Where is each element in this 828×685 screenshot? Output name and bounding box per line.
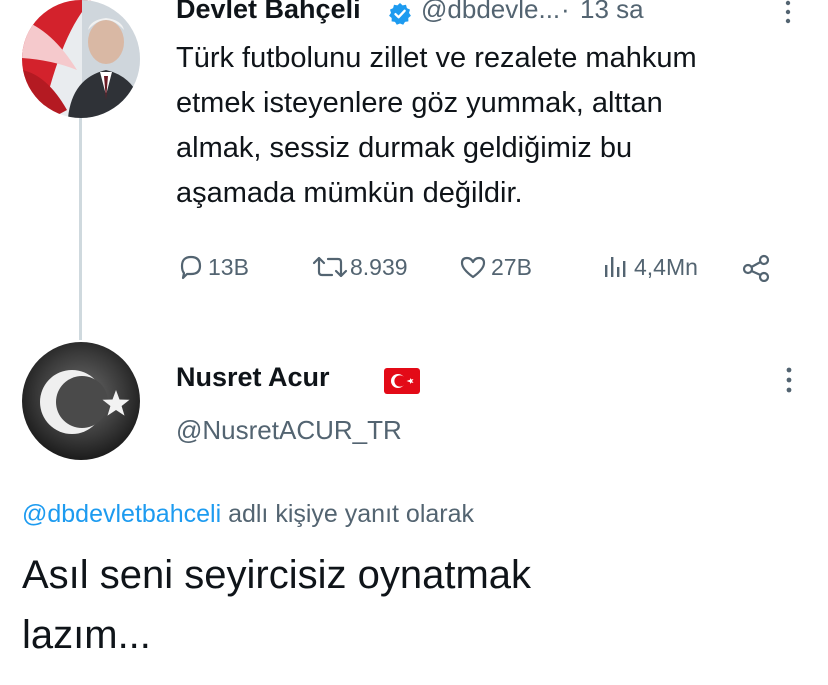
retweet-count: 8.939 xyxy=(350,253,408,280)
verified-badge-icon xyxy=(388,2,412,26)
author-name[interactable]: Devlet Bahçeli xyxy=(176,0,361,25)
timestamp[interactable]: 13 sa xyxy=(580,0,644,25)
tweet-text-line: aşamada mümkün değildir. xyxy=(176,177,523,209)
tweet-text-line: Türk futbolunu zillet ve rezalete mahkum xyxy=(176,42,697,74)
reply-icon xyxy=(176,252,206,282)
author-name[interactable]: Nusret Acur xyxy=(176,362,330,393)
retweet-button[interactable]: 8.939 xyxy=(310,252,408,282)
share-button[interactable] xyxy=(740,252,772,282)
tweet-text-line: Asıl seni seyircisiz oynatmak xyxy=(22,553,532,597)
separator-dot: · xyxy=(561,0,570,24)
views-count: 4,4Mn xyxy=(634,253,698,280)
tweet-text-line: almak, sessiz durmak geldiğimiz bu xyxy=(176,132,633,164)
tweet-actions: 13B 8.939 27B 4,4Mn xyxy=(0,252,828,286)
reply-to-mention-link[interactable]: @dbdevletbahceli xyxy=(22,500,221,528)
views-button[interactable]: 4,4Mn xyxy=(600,252,698,282)
share-icon xyxy=(740,252,772,282)
tweet-text: Türk futbolunu zillet ve rezalete mahkum… xyxy=(176,36,816,216)
more-options-icon[interactable] xyxy=(783,0,793,35)
more-options-icon[interactable] xyxy=(779,362,799,398)
tweet-text-line: lazım... xyxy=(22,613,151,657)
reply-button[interactable]: 13B xyxy=(176,252,249,282)
reply-context: @dbdevletbahceli adlı kişiye yanıt olara… xyxy=(22,500,474,529)
reply-count: 13B xyxy=(208,253,249,280)
reply-to-label: adlı kişiye yanıt olarak xyxy=(221,500,475,528)
heart-icon xyxy=(458,252,488,282)
like-count: 27B xyxy=(491,253,532,280)
author-handle[interactable]: @dbdevle... xyxy=(421,0,560,25)
avatar[interactable] xyxy=(22,0,140,118)
thread-connector-line xyxy=(79,118,82,340)
tweet-text-line: etmek isteyenlere göz yummak, alttan xyxy=(176,87,663,119)
like-button[interactable]: 27B xyxy=(458,252,532,282)
author-handle[interactable]: @NusretACUR_TR xyxy=(176,415,402,446)
analytics-bars-icon xyxy=(600,252,630,282)
turkey-flag-icon xyxy=(384,368,420,394)
avatar[interactable] xyxy=(22,342,140,460)
retweet-icon xyxy=(310,252,350,282)
tweet-text: Asıl seni seyircisiz oynatmak lazım... xyxy=(22,545,812,665)
